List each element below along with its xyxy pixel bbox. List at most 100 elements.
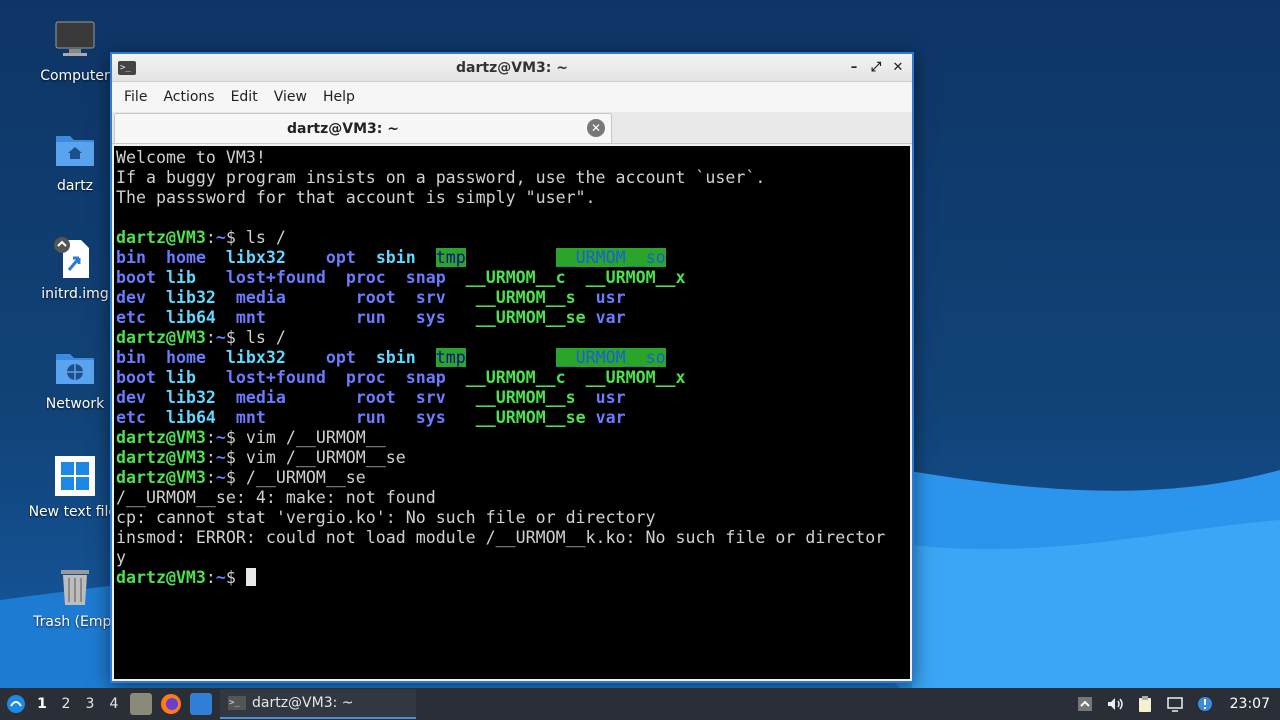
ls-entry: dev (116, 388, 146, 407)
prompt-path: ~ (215, 428, 226, 447)
minimize-button[interactable]: – (844, 58, 864, 78)
ls-entry: var (595, 308, 626, 327)
prompt-line: dartz@VM3:~$ vim /__URMOM__se (116, 448, 406, 467)
ls-entry: lib32 (165, 288, 216, 307)
ls-entry: sbin (375, 248, 416, 267)
lubuntu-logo-icon (7, 695, 25, 713)
prompt-path: ~ (215, 568, 226, 587)
ls-entry: etc (116, 308, 146, 327)
ls-entry: __URMOM__se (475, 408, 586, 427)
ls-entry: libx32 (225, 348, 286, 367)
menu-file[interactable]: File (116, 89, 155, 105)
menu-bar: File Actions Edit View Help (112, 82, 912, 112)
ls-entry: usr (595, 388, 626, 407)
command-text: /__URMOM__se (245, 468, 366, 487)
terminal-line: The passsword for that account is simply… (116, 188, 596, 207)
ls-entry: run (355, 308, 386, 327)
home-folder-icon (53, 128, 97, 172)
ls-entry: boot (116, 368, 156, 387)
ls-entry: libx32 (225, 248, 286, 267)
ls-entry: __URMOM__s (475, 388, 576, 407)
ls-entry: var (595, 408, 626, 427)
prompt-line: dartz@VM3:~$ (116, 568, 910, 588)
ls-row: bin home libx32 opt sbin tmp __URMOM__so (116, 248, 910, 268)
network-status-icon[interactable] (1166, 695, 1184, 713)
desktop-icon-label: New text file. (28, 504, 122, 520)
volume-icon[interactable] (1106, 695, 1124, 713)
workspace-1[interactable]: 1 (30, 696, 54, 712)
ls-entry: lib64 (165, 308, 216, 327)
command-text: vim /__URMOM__se (245, 448, 406, 467)
ls-entry: root (355, 388, 396, 407)
start-menu-button[interactable] (2, 690, 30, 718)
output-line: insmod: ERROR: could not load module /__… (116, 528, 886, 547)
ls-entry: bin (116, 248, 146, 267)
menu-edit[interactable]: Edit (223, 89, 266, 105)
menu-actions[interactable]: Actions (155, 89, 222, 105)
show-desktop-icon[interactable] (190, 693, 212, 715)
tab-close-icon[interactable]: ✕ (587, 119, 605, 137)
menu-help[interactable]: Help (315, 89, 363, 105)
clock[interactable]: 23:07 (1230, 696, 1270, 712)
ls-row: dev lib32 media root srv __URMOM__s usr (116, 288, 910, 308)
ls-entry: __URMOM__s (475, 288, 576, 307)
ls-entry: lost+found (225, 268, 326, 287)
desktop-icon-label: dartz (56, 178, 94, 194)
prompt-path: ~ (215, 328, 226, 347)
ls-entry: lost+found (225, 368, 326, 387)
ls-entry: __URMOM__c (465, 368, 566, 387)
prompt-line: dartz@VM3:~$ vim /__URMOM__ (116, 428, 386, 447)
ls-entry: lib (165, 368, 196, 387)
ls-entry: usr (595, 288, 626, 307)
ls-entry: mnt (235, 408, 266, 427)
update-notifier-icon[interactable] (1196, 695, 1214, 713)
terminal-line: Welcome to VM3! (116, 148, 266, 167)
ls-entry: sys (415, 408, 446, 427)
clipboard-icon[interactable] (1136, 695, 1154, 713)
prompt-user: dartz@VM3 (116, 448, 206, 467)
file-manager-icon[interactable] (130, 693, 152, 715)
prompt-user: dartz@VM3 (116, 428, 206, 447)
command-text: ls / (245, 228, 286, 247)
menu-view[interactable]: View (266, 89, 315, 105)
ls-entry: etc (116, 408, 146, 427)
ls-row: etc lib64 mnt run sys __URMOM__se var (116, 408, 910, 428)
window-titlebar[interactable]: >_ dartz@VM3: ~ – ⤢ ✕ (112, 54, 912, 82)
window-title: dartz@VM3: ~ (456, 59, 568, 76)
tray-up-arrow-icon[interactable] (1076, 695, 1094, 713)
terminal-tab[interactable]: dartz@VM3: ~ ✕ (114, 113, 612, 143)
ls-entry: __URMOM__so (555, 348, 666, 367)
prompt-path: ~ (215, 228, 226, 247)
taskbar-task-terminal[interactable]: >_ dartz@VM3: ~ (220, 689, 416, 719)
tab-bar: dartz@VM3: ~ ✕ (112, 112, 912, 144)
prompt-line: dartz@VM3:~$ ls / (116, 228, 286, 247)
ls-entry: run (355, 408, 386, 427)
ls-row: boot lib lost+found proc snap __URMOM__c… (116, 368, 910, 388)
workspace-4[interactable]: 4 (102, 696, 126, 712)
ls-entry: root (355, 288, 396, 307)
ls-entry: tmp (435, 348, 466, 367)
terminal-output[interactable]: Welcome to VM3! If a buggy program insist… (114, 146, 910, 679)
ls-entry: __URMOM__x (585, 268, 686, 287)
taskbar: 1 2 3 4 >_ dartz@VM3: ~ 23:07 (0, 688, 1280, 720)
ls-entry: sys (415, 308, 446, 327)
terminal-window: >_ dartz@VM3: ~ – ⤢ ✕ File Actions Edit … (110, 52, 914, 683)
ls-entry: __URMOM__x (585, 368, 686, 387)
workspace-2[interactable]: 2 (54, 696, 78, 712)
ls-entry: snap (405, 268, 446, 287)
workspace-3[interactable]: 3 (78, 696, 102, 712)
ls-entry: __URMOM__c (465, 268, 566, 287)
ls-entry: opt (325, 348, 356, 367)
ls-entry: proc (345, 368, 386, 387)
firefox-icon[interactable] (160, 693, 182, 715)
desktop-icon-label: initrd.img (41, 286, 109, 302)
prompt-user: dartz@VM3 (116, 228, 206, 247)
ls-entry: __URMOM__so (555, 248, 666, 267)
ls-entry: home (165, 348, 206, 367)
ls-entry: lib (165, 268, 196, 287)
task-label: dartz@VM3: ~ (252, 695, 354, 711)
command-text: ls / (245, 328, 286, 347)
maximize-button[interactable]: ⤢ (866, 58, 886, 78)
ls-entry: srv (415, 288, 446, 307)
close-button[interactable]: ✕ (888, 58, 908, 78)
